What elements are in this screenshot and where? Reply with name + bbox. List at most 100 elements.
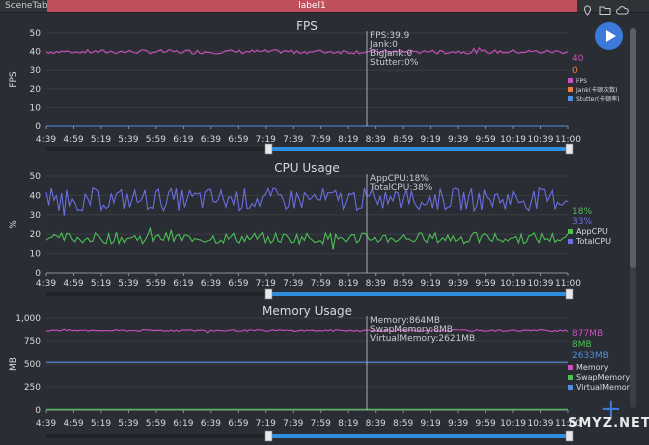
x-tick-label: 4:39 (36, 419, 56, 429)
x-tick-label: 11:00 (555, 279, 581, 289)
series-line-memory (45, 328, 569, 334)
x-tick-label: 7:39 (283, 135, 303, 145)
legend-swatch[interactable] (568, 229, 573, 234)
range-slider-selection[interactable] (270, 292, 568, 296)
y-tick-label: 40 (30, 191, 42, 201)
y-axis-label: FPS (9, 71, 19, 88)
x-tick-label: 4:59 (63, 135, 83, 145)
y-tick-label: 0 (35, 406, 41, 416)
x-tick-label: 7:59 (311, 419, 331, 429)
x-tick-label: 10:39 (528, 419, 554, 429)
current-value: 33% (572, 217, 592, 227)
x-tick-label: 8:39 (366, 419, 386, 429)
x-tick-label: 5:39 (118, 279, 138, 289)
legend-swatch[interactable] (568, 375, 573, 380)
y-axis-label: % (9, 220, 19, 229)
x-tick-label: 9:59 (475, 419, 495, 429)
x-tick-label: 8:39 (366, 279, 386, 289)
x-tick-label: 6:59 (228, 135, 248, 145)
legend-swatch[interactable] (568, 239, 573, 244)
x-tick-label: 7:59 (311, 279, 331, 289)
range-slider-selection[interactable] (270, 434, 568, 438)
x-tick-label: 4:39 (36, 279, 56, 289)
x-tick-label: 6:39 (201, 135, 221, 145)
x-tick-label: 4:39 (36, 135, 56, 145)
tooltip-text: Stutter:0% (370, 58, 419, 68)
x-tick-label: 5:19 (91, 135, 111, 145)
x-tick-label: 5:19 (91, 419, 111, 429)
x-tick-label: 7:19 (256, 419, 276, 429)
x-tick-label: 6:59 (228, 419, 248, 429)
x-tick-label: 9:39 (448, 279, 468, 289)
charts-canvas: FPS FPS 0 10 20 30 40 50 4:39 4:59 5:19 5:39 5:59 6:1… (9, 19, 635, 442)
chart-title: FPS (296, 19, 318, 33)
range-slider-right-handle[interactable] (565, 288, 574, 300)
current-value: 877MB (572, 329, 603, 339)
y-tick-label: 0 (35, 269, 41, 279)
legend-item: FPS (576, 78, 587, 85)
x-tick-label: 9:59 (475, 135, 495, 145)
series-line-fps (45, 46, 569, 55)
range-slider-selection[interactable] (270, 147, 568, 151)
range-slider-right-handle[interactable] (565, 143, 574, 155)
current-value: 0 (572, 66, 578, 76)
x-tick-label: 7:19 (256, 279, 276, 289)
x-tick-label: 6:39 (201, 419, 221, 429)
x-tick-label: 6:39 (201, 279, 221, 289)
x-tick-label: 9:19 (421, 279, 441, 289)
legend-swatch[interactable] (568, 385, 573, 390)
x-tick-label: 9:39 (448, 135, 468, 145)
y-tick-label: 750 (24, 337, 41, 347)
x-tick-label: 9:39 (448, 419, 468, 429)
x-tick-label: 5:59 (146, 279, 166, 289)
range-slider-right-handle[interactable] (565, 430, 574, 442)
x-tick-label: 11:00 (555, 135, 581, 145)
legend-swatch[interactable] (568, 78, 573, 83)
x-tick-label: 5:39 (118, 419, 138, 429)
range-slider-left-handle[interactable] (264, 288, 273, 300)
x-tick-label: 9:19 (421, 135, 441, 145)
x-tick-label: 10:19 (500, 279, 526, 289)
chart-title: CPU Usage (274, 161, 340, 175)
x-tick-label: 9:19 (421, 419, 441, 429)
y-tick-label: 20 (30, 230, 42, 240)
y-axis-label: MB (9, 357, 19, 371)
x-tick-label: 10:39 (528, 135, 554, 145)
legend-item: AppCPU (576, 227, 608, 236)
legend-item: TotalCPU (575, 237, 611, 246)
x-tick-label: 6:19 (173, 419, 193, 429)
y-tick-label: 50 (30, 172, 42, 182)
y-tick-label: 1,000 (15, 314, 41, 324)
tooltip-text: VirtualMemory:2621MB (370, 334, 475, 344)
legend-item: Stutter(卡顿率) (576, 95, 620, 103)
watermark: SMYZ.NET (568, 416, 649, 431)
scrollbar-thumb[interactable] (630, 28, 636, 268)
range-slider-left-handle[interactable] (264, 430, 273, 442)
series-line-totalcpu (45, 186, 569, 216)
legend-item: Jank(卡顿次数) (575, 86, 617, 94)
x-tick-label: 7:39 (283, 419, 303, 429)
y-tick-label: 30 (30, 66, 42, 76)
x-tick-label: 8:19 (338, 279, 358, 289)
legend-item: Memory (576, 363, 609, 372)
legend-swatch[interactable] (568, 87, 573, 92)
x-tick-label: 4:59 (63, 419, 83, 429)
x-tick-label: 8:59 (393, 135, 413, 145)
x-tick-label: 8:59 (393, 419, 413, 429)
legend-swatch[interactable] (568, 365, 573, 370)
x-tick-label: 9:59 (475, 279, 495, 289)
chart-title: Memory Usage (262, 304, 352, 318)
tooltip-text: TotalCPU:38% (369, 183, 433, 193)
y-tick-label: 50 (30, 29, 42, 39)
x-tick-label: 7:19 (256, 135, 276, 145)
play-button[interactable] (595, 22, 623, 50)
legend-swatch[interactable] (568, 96, 573, 101)
x-tick-label: 7:39 (283, 279, 303, 289)
range-slider-left-handle[interactable] (264, 143, 273, 155)
y-tick-label: 10 (30, 250, 42, 260)
x-tick-label: 10:19 (500, 419, 526, 429)
x-tick-label: 5:19 (91, 279, 111, 289)
y-tick-label: 0 (35, 122, 41, 132)
current-value: 2633MB (572, 351, 609, 361)
legend-item: SwapMemory (576, 373, 630, 382)
